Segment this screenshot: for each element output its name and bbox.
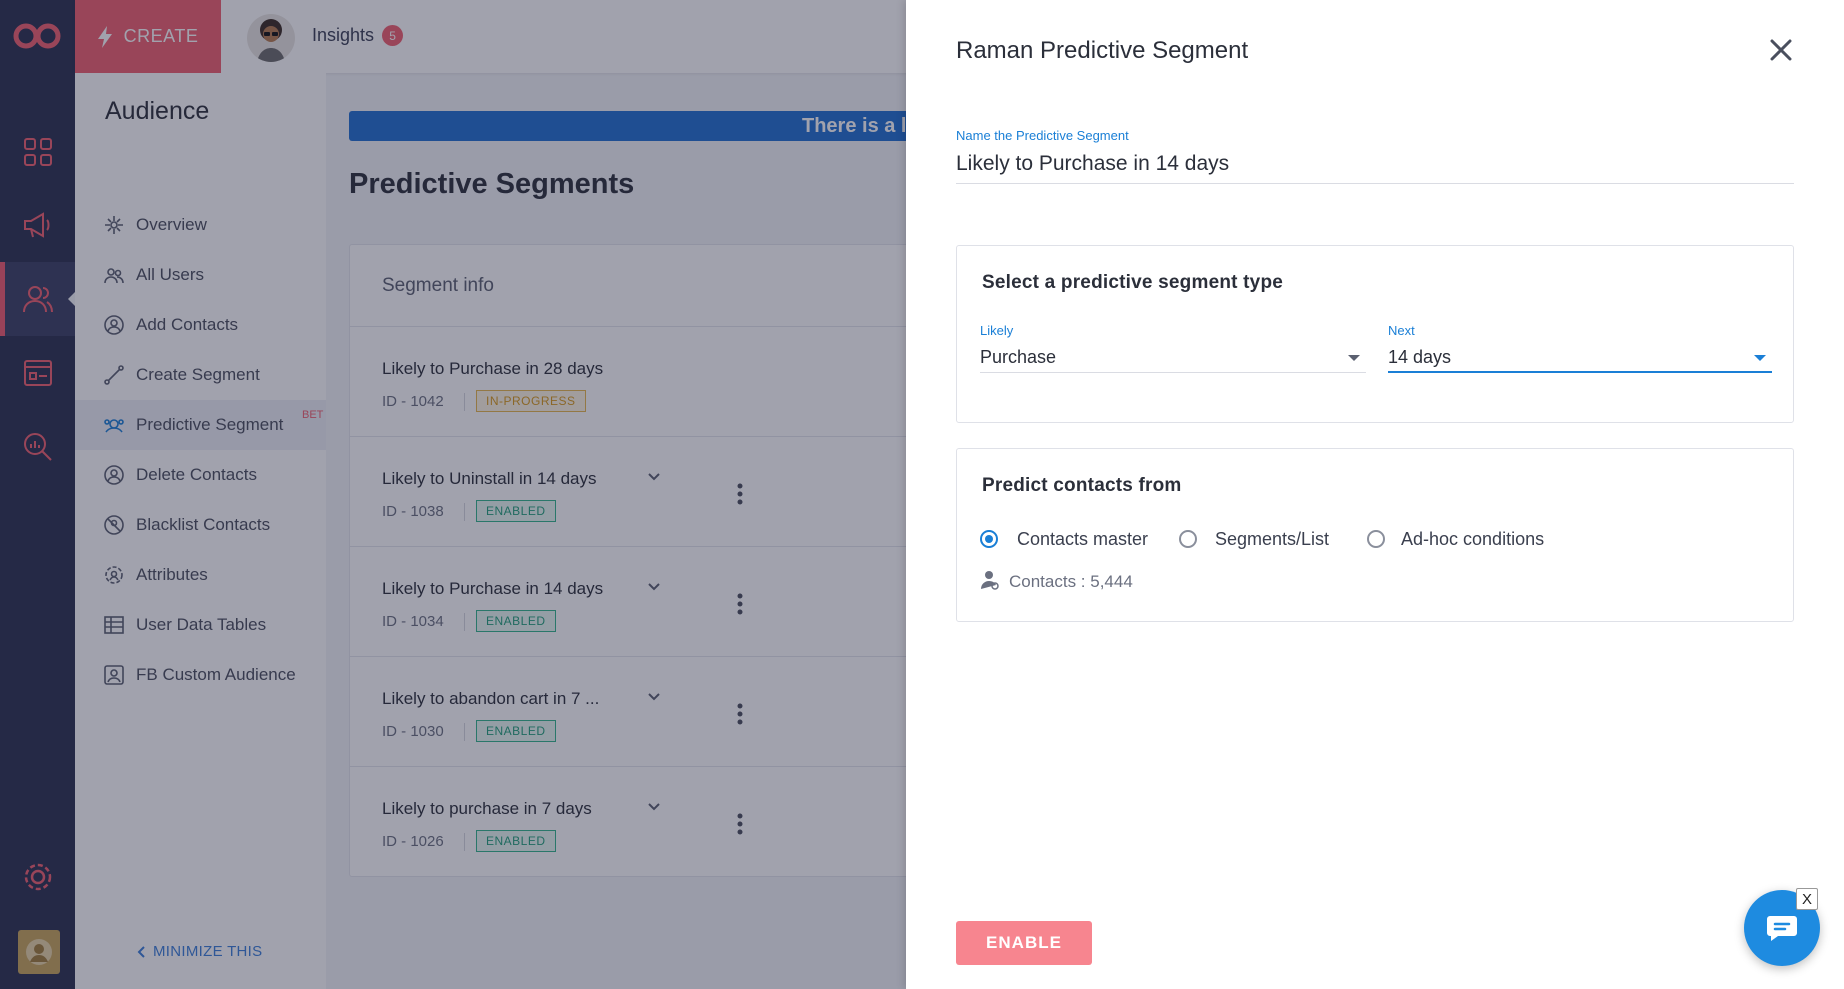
likely-select[interactable]: Purchase (980, 341, 1366, 373)
next-label: Next (1388, 323, 1415, 338)
contacts-count: Contacts : 5,444 (1009, 572, 1133, 591)
segment-type-section: Select a predictive segment type Likely … (956, 245, 1794, 423)
enable-button[interactable]: ENABLE (956, 921, 1092, 965)
radio-label: Contacts master (1017, 529, 1149, 549)
radio-adhoc-conditions[interactable] (1367, 530, 1385, 548)
likely-label: Likely (980, 323, 1014, 338)
likely-value: Purchase (980, 347, 1057, 367)
caret-down-icon (1348, 355, 1360, 361)
select-underline (1388, 371, 1772, 373)
radio-label: Ad-hoc conditions (1401, 529, 1545, 549)
contacts-user-icon (981, 571, 999, 590)
radio-segments-list[interactable] (1179, 530, 1197, 548)
chat-close-label: X (1801, 890, 1812, 908)
caret-down-icon (1754, 355, 1766, 361)
enable-label: ENABLE (986, 933, 1062, 952)
section-heading: Select a predictive segment type (982, 272, 1284, 293)
next-select[interactable]: 14 days (1388, 341, 1772, 373)
predictive-segment-drawer: Raman Predictive Segment Name the Predic… (906, 0, 1844, 989)
radio-label: Segments/List (1215, 529, 1330, 549)
next-value: 14 days (1388, 347, 1452, 367)
close-icon[interactable] (1768, 37, 1794, 63)
predict-from-section: Predict contacts from Contacts master Se… (956, 448, 1794, 622)
name-input-underline (956, 183, 1794, 184)
name-field-label: Name the Predictive Segment (956, 128, 1129, 143)
radio-contacts-master[interactable] (980, 530, 998, 548)
modal-backdrop[interactable] (0, 0, 906, 989)
select-underline (980, 372, 1366, 373)
section-heading: Predict contacts from (982, 475, 1182, 496)
chat-close-button[interactable]: X (1796, 888, 1818, 910)
chat-icon (1767, 916, 1797, 941)
drawer-title: Raman Predictive Segment (956, 37, 1249, 64)
segment-name-input[interactable]: Likely to Purchase in 14 days (956, 152, 1229, 176)
